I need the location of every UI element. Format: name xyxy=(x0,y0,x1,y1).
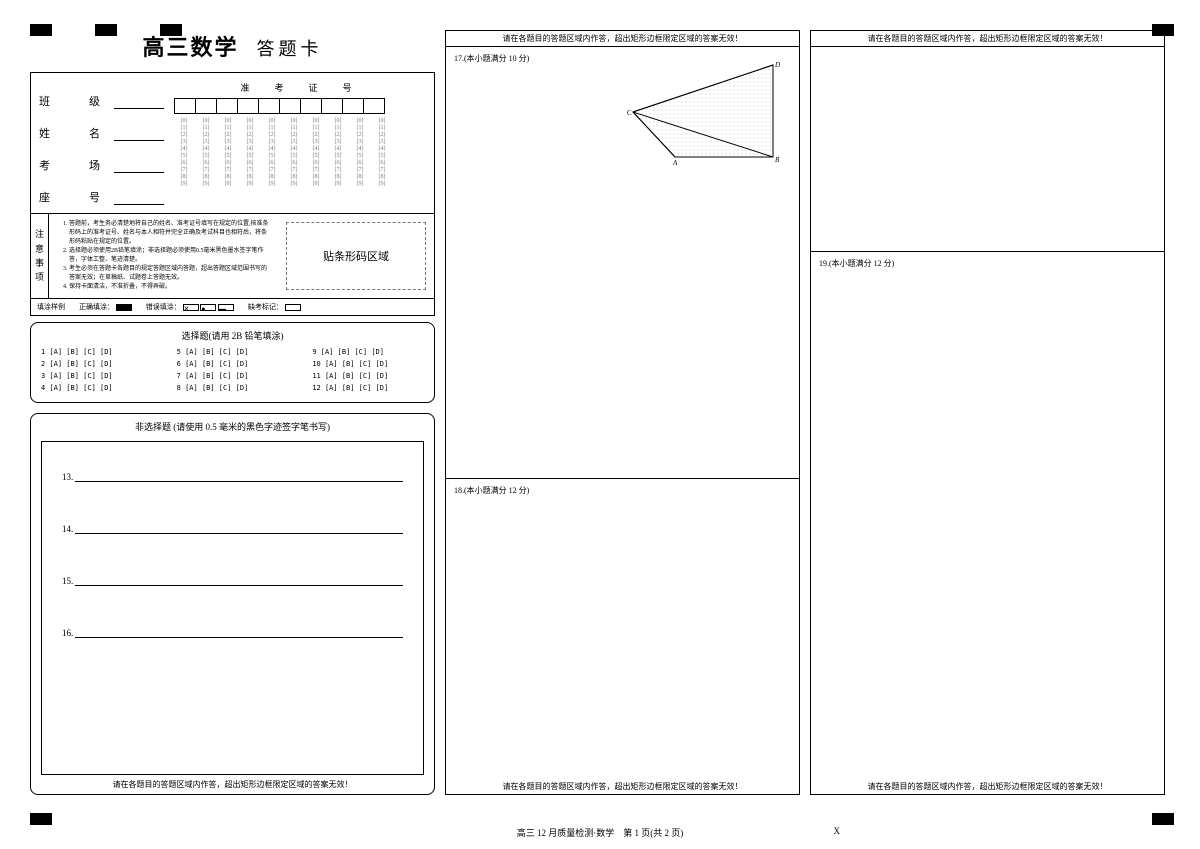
class-field[interactable] xyxy=(114,97,164,109)
notice-item: 考生必须在答题卡各题目的规定答题区域内答题，超出答题区域范围书写的答案无效；在草… xyxy=(69,265,270,283)
student-info-box: 班 级 姓 名 考 场 座 号 准 考 证 号 [0][0][0][0][0][… xyxy=(30,72,435,214)
exam-number-bubbles[interactable]: [0][0][0][0][0][0][0][0][0][0][1][1][1][… xyxy=(174,118,426,187)
q18-area[interactable]: 18.(本小题满分 12 分) xyxy=(446,478,799,779)
svg-text:C: C xyxy=(627,109,632,117)
q16-label: 16. xyxy=(62,628,73,638)
mcq-title: 选择题(请用 2B 铅笔填涂) xyxy=(41,329,424,342)
q14-label: 14. xyxy=(62,524,73,534)
page-footer: 高三 12 月质量检测·数学 第 1 页(共 2 页) X xyxy=(0,826,1200,839)
name-label: 姓 名 xyxy=(39,125,114,141)
notice-item: 答题前，考生务必清楚地将自己的姓名、准考证号填写在规定的位置,核准条形码上的准考… xyxy=(69,220,270,247)
missing-mark-icon xyxy=(285,304,301,311)
q14-field[interactable] xyxy=(75,533,403,534)
svg-text:D: D xyxy=(774,61,780,69)
q13-label: 13. xyxy=(62,472,73,482)
fill-example-label: 填涂样例 xyxy=(37,302,65,312)
warning-text: 请在各题目的答题区域内作答，超出矩形边框限定区域的答案无效！ xyxy=(811,31,1164,46)
seat-label: 座 号 xyxy=(39,189,114,205)
exam-number-title: 准 考 证 号 xyxy=(174,81,426,94)
answer-column-2: 请在各题目的答题区域内作答，超出矩形边框限定区域的答案无效！ 17.(本小题满分… xyxy=(445,30,800,795)
warning-text: 请在各题目的答题区域内作答，超出矩形边框限定区域的答案无效！ xyxy=(446,31,799,46)
barcode-area: 贴条形码区域 xyxy=(286,222,426,290)
page-title-main: 高三数学 xyxy=(142,30,238,62)
q19-area[interactable]: 19.(本小题满分 12 分) xyxy=(811,251,1164,779)
svg-text:B: B xyxy=(775,156,780,164)
q15-label: 15. xyxy=(62,576,73,586)
q19-label: 19.(本小题满分 12 分) xyxy=(819,258,1156,269)
notice-box: 注意事项 答题前，考生务必清楚地将自己的姓名、准考证号填写在规定的位置,核准条形… xyxy=(30,214,435,299)
notice-item: 选择题必须使用2B铅笔填涂；非选择题必须使用0.5毫米黑色墨水签字笔作答，字体工… xyxy=(69,247,270,265)
svg-text:A: A xyxy=(672,159,678,167)
answer-column-3: 请在各题目的答题区域内作答，超出矩形边框限定区域的答案无效！ 19.(本小题满分… xyxy=(810,30,1165,795)
mcq-section: 选择题(请用 2B 铅笔填涂) 1 [A] [B] [C] [D]5 [A] [… xyxy=(30,322,435,403)
triangle-figure: C A B D xyxy=(625,57,785,167)
q17-area[interactable]: 17.(本小题满分 10 分) C A B xyxy=(446,46,799,478)
mcq-grid[interactable]: 1 [A] [B] [C] [D]5 [A] [B] [C] [D]9 [A] … xyxy=(41,348,424,392)
notice-heading: 注意事项 xyxy=(31,214,49,298)
fill-example-box: 填涂样例 正确填涂： 错误填涂： ✕ ● ▬ 缺考标记： xyxy=(30,299,435,316)
seat-field[interactable] xyxy=(114,193,164,205)
name-field[interactable] xyxy=(114,129,164,141)
free-response-section: 非选择题 (请使用 0.5 毫米的黑色字迹签字笔书写) 13. 14. 15. … xyxy=(30,413,435,795)
q18-label: 18.(本小题满分 12 分) xyxy=(454,485,791,496)
free-response-title: 非选择题 (请使用 0.5 毫米的黑色字迹签字笔书写) xyxy=(41,420,424,433)
room-label: 考 场 xyxy=(39,157,114,173)
exam-number-boxes[interactable] xyxy=(174,98,426,114)
correct-fill-icon xyxy=(116,304,132,311)
warning-text: 请在各题目的答题区域内作答，超出矩形边框限定区域的答案无效！ xyxy=(811,779,1164,794)
q13-field[interactable] xyxy=(75,481,403,482)
q15-field[interactable] xyxy=(75,585,403,586)
room-field[interactable] xyxy=(114,161,164,173)
q16-field[interactable] xyxy=(75,637,403,638)
class-label: 班 级 xyxy=(39,93,114,109)
q19-top-area[interactable] xyxy=(811,46,1164,251)
footer-x: X xyxy=(834,826,841,836)
wrong-fill-icon: ✕ xyxy=(183,304,199,311)
notice-item: 保持卡面清洁，不准折叠，不得弄破。 xyxy=(69,283,270,292)
warning-text: 请在各题目的答题区域内作答，超出矩形边框限定区域的答案无效！ xyxy=(446,779,799,794)
page-title-sub: 答题卡 xyxy=(257,35,323,61)
warning-text: 请在各题目的答题区域内作答，超出矩形边框限定区域的答案无效！ xyxy=(41,779,424,790)
